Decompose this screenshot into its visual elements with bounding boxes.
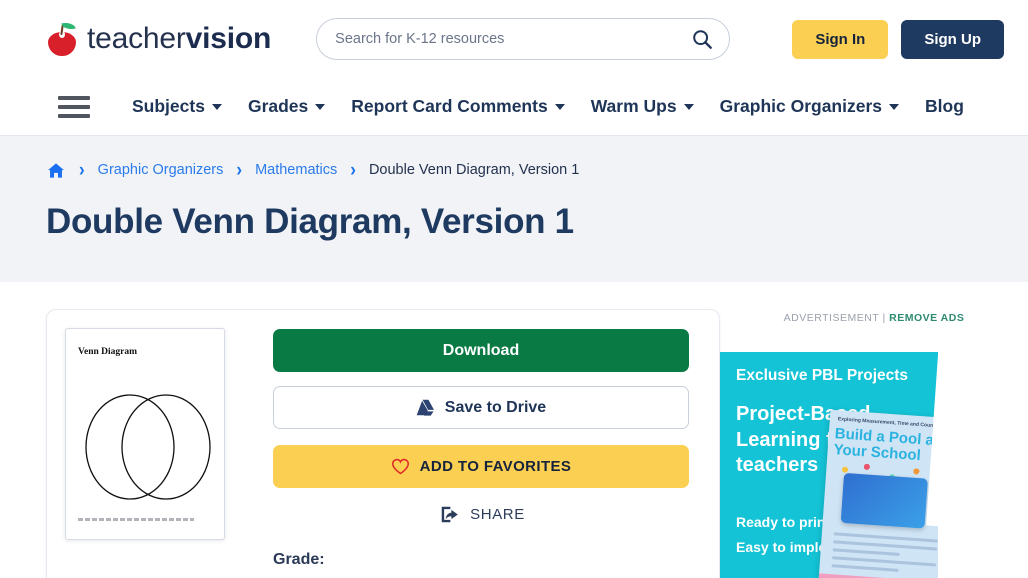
hamburger-menu-icon[interactable] bbox=[58, 95, 90, 118]
sign-in-button[interactable]: Sign In bbox=[792, 19, 889, 59]
breadcrumb-item-current: Double Venn Diagram, Version 1 bbox=[368, 162, 580, 178]
add-to-favorites-label: ADD TO FAVORITES bbox=[419, 458, 572, 475]
logo-text-vision: vision bbox=[185, 22, 272, 55]
share-label: SHARE bbox=[470, 506, 525, 523]
worksheet-thumbnail-title: Venn Diagram bbox=[78, 347, 138, 357]
advertisement-separator: | bbox=[882, 312, 886, 324]
home-icon[interactable] bbox=[46, 161, 66, 180]
chevron-down-icon bbox=[211, 103, 222, 110]
page-header-band: › Graphic Organizers › Mathematics › Dou… bbox=[0, 136, 1028, 282]
advertisement-banner[interactable]: Exclusive PBL Projects Project-Based Lea… bbox=[720, 352, 938, 578]
venn-diagram-icon bbox=[85, 394, 211, 500]
nav-label: Blog bbox=[925, 96, 964, 116]
download-button[interactable]: Download bbox=[273, 329, 689, 372]
advertisement-text: ADVERTISEMENT bbox=[783, 312, 880, 324]
main-navigation: Subjects Grades Report Card Comments War… bbox=[0, 78, 1028, 136]
ad-art-illustration bbox=[840, 472, 928, 529]
search-icon[interactable] bbox=[691, 28, 713, 50]
advertisement-label: ADVERTISEMENT | REMOVE ADS bbox=[720, 312, 1028, 324]
breadcrumb-item-graphic-organizers[interactable]: Graphic Organizers bbox=[98, 162, 224, 178]
nav-item-warm-ups[interactable]: Warm Ups bbox=[591, 96, 694, 117]
chevron-down-icon bbox=[315, 103, 326, 110]
breadcrumb-separator: › bbox=[79, 158, 85, 181]
resource-card: Venn Diagram Download Save to Drive ADD … bbox=[46, 309, 720, 578]
ad-worksheet-artwork: Exploring Measurement, Time and Counting… bbox=[817, 409, 938, 578]
nav-item-report-card-comments[interactable]: Report Card Comments bbox=[351, 96, 565, 117]
chevron-down-icon bbox=[889, 103, 900, 110]
heart-outline-icon bbox=[391, 458, 409, 475]
site-logo[interactable]: teachervision bbox=[46, 20, 272, 56]
sign-up-button[interactable]: Sign Up bbox=[901, 19, 1004, 59]
search-input[interactable] bbox=[335, 31, 692, 47]
resource-actions: Download Save to Drive ADD TO FAVORITES bbox=[273, 328, 691, 578]
share-button[interactable]: SHARE bbox=[273, 505, 691, 524]
search-bar[interactable] bbox=[316, 18, 731, 60]
nav-item-grades[interactable]: Grades bbox=[247, 96, 326, 117]
chevron-down-icon bbox=[683, 103, 694, 110]
nav-label: Report Card Comments bbox=[351, 96, 548, 116]
ad-art-caption-big: Build a Pool at Your School bbox=[833, 425, 938, 464]
nav-label: Warm Ups bbox=[590, 96, 677, 116]
page-title: Double Venn Diagram, Version 1 bbox=[46, 202, 574, 241]
nav-label: Grades bbox=[247, 96, 309, 116]
nav-label: Subjects bbox=[132, 96, 205, 116]
auth-buttons: Sign In Sign Up bbox=[792, 19, 1004, 59]
breadcrumb: › Graphic Organizers › Mathematics › Dou… bbox=[46, 158, 1028, 181]
nav-label: Graphic Organizers bbox=[719, 96, 883, 116]
nav-item-graphic-organizers[interactable]: Graphic Organizers bbox=[719, 96, 900, 117]
add-to-favorites-button[interactable]: ADD TO FAVORITES bbox=[273, 445, 689, 488]
nav-item-subjects[interactable]: Subjects bbox=[132, 96, 222, 117]
breadcrumb-separator: › bbox=[236, 158, 243, 181]
ad-art-text-lines bbox=[831, 532, 938, 578]
site-header: teachervision Sign In Sign Up bbox=[0, 0, 1028, 78]
apple-icon bbox=[46, 20, 78, 56]
breadcrumb-separator: › bbox=[350, 158, 356, 181]
nav-item-blog[interactable]: Blog bbox=[925, 96, 964, 117]
google-drive-icon bbox=[416, 399, 434, 416]
logo-text-teacher: teacher bbox=[87, 22, 186, 55]
save-to-drive-label: Save to Drive bbox=[444, 398, 547, 416]
remove-ads-link[interactable]: REMOVE ADS bbox=[889, 312, 964, 324]
grade-label: Grade: bbox=[273, 551, 325, 568]
save-to-drive-button[interactable]: Save to Drive bbox=[273, 386, 689, 429]
breadcrumb-item-mathematics[interactable]: Mathematics bbox=[255, 162, 337, 178]
ad-eyebrow: Exclusive PBL Projects bbox=[736, 367, 909, 384]
chevron-down-icon bbox=[554, 103, 565, 110]
advertisement-rail: ADVERTISEMENT | REMOVE ADS Exclusive PBL… bbox=[720, 309, 1028, 578]
share-arrow-icon bbox=[441, 506, 458, 523]
main-content: Venn Diagram Download Save to Drive ADD … bbox=[0, 282, 1028, 578]
worksheet-thumbnail-footer-text bbox=[78, 518, 194, 521]
worksheet-thumbnail[interactable]: Venn Diagram bbox=[65, 328, 225, 540]
